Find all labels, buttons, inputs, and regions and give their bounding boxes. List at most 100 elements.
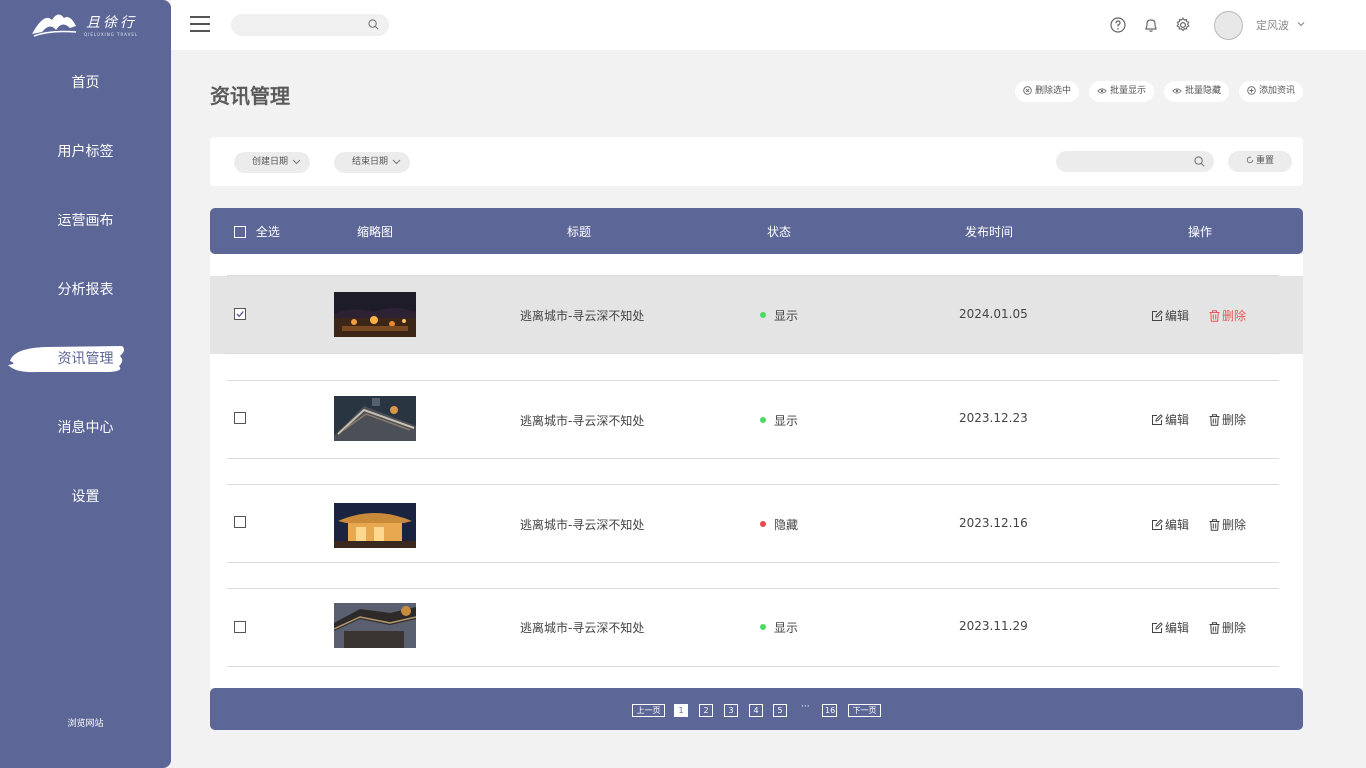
table-row[interactable]: 逃离城市-寻云深不知处 隐藏 2023.12.16 编辑 删除 [210, 485, 1303, 563]
delete-button[interactable]: 删除 [1209, 516, 1246, 533]
page-button-last[interactable]: 16 [822, 704, 837, 717]
batch-hide-button[interactable]: 批量隐藏 [1164, 81, 1230, 102]
start-date-label: 创建日期 [252, 157, 289, 167]
status-dot [760, 624, 766, 630]
delete-button[interactable]: 删除 [1209, 307, 1246, 324]
row-title: 逃离城市-寻云深不知处 [520, 309, 645, 323]
browse-site-link[interactable]: 浏览网站 [0, 716, 171, 729]
chevron-down-icon[interactable] [1297, 21, 1305, 27]
column-header-publish-time: 发布时间 [965, 225, 1014, 239]
trash-icon [1209, 622, 1220, 634]
row-divider [227, 458, 1279, 459]
top-bar: 定风波 [171, 0, 1366, 50]
table-row[interactable]: 逃离城市-寻云深不知处 显示 2023.12.23 编辑 删除 [210, 381, 1303, 459]
row-checkbox-checked[interactable] [234, 308, 246, 320]
table-row[interactable]: 逃离城市-寻云深不知处 显示 2024.01.05 编辑 删除 [210, 276, 1303, 354]
next-page-button[interactable]: 下一页 [848, 704, 881, 717]
status-dot [760, 521, 766, 527]
status-badge: 显示 [774, 414, 799, 428]
batch-show-button[interactable]: 批量显示 [1089, 81, 1155, 102]
status-dot [760, 417, 766, 423]
edit-label: 编辑 [1165, 413, 1190, 427]
sidebar-item-news[interactable]: 资讯管理 [0, 344, 171, 374]
action-label: 删除选中 [1035, 86, 1072, 96]
status-dot [760, 312, 766, 318]
trash-icon [1209, 519, 1220, 531]
edit-label: 编辑 [1165, 621, 1190, 635]
add-news-button[interactable]: 添加资讯 [1239, 81, 1304, 102]
edit-button[interactable]: 编辑 [1151, 307, 1189, 324]
page-button-current[interactable]: 1 [674, 704, 688, 717]
sidebar: 且徐行 QIELUXING TRAVEL 首页 用户标签 运营画布 分析报表 资… [0, 0, 171, 768]
row-title: 逃离城市-寻云深不知处 [520, 518, 645, 532]
select-all-checkbox[interactable] [234, 226, 246, 238]
select-all-toggle[interactable]: 全选 [234, 223, 280, 240]
status-badge: 显示 [774, 621, 799, 635]
select-all-label: 全选 [255, 225, 280, 239]
avatar[interactable] [1214, 11, 1243, 40]
sidebar-item-label: 资讯管理 [57, 351, 114, 367]
reset-button[interactable]: 重置 [1228, 151, 1292, 172]
news-search-input[interactable] [1056, 151, 1214, 172]
prev-page-button[interactable]: 上一页 [632, 704, 665, 717]
edit-button[interactable]: 编辑 [1151, 516, 1189, 533]
pagination: 上一页 1 2 3 4 5 ··· 16 下一页 [210, 688, 1303, 730]
top-search-input[interactable] [231, 14, 389, 36]
table-header: 全选 缩略图 标题 状态 发布时间 操作 [210, 208, 1303, 254]
bell-icon[interactable] [1143, 17, 1159, 33]
delete-label: 删除 [1222, 621, 1247, 635]
brand-logo[interactable]: 且徐行 QIELUXING TRAVEL [30, 6, 140, 40]
edit-label: 编辑 [1165, 309, 1190, 323]
row-checkbox[interactable] [234, 412, 246, 424]
sidebar-item-label: 消息中心 [57, 420, 114, 436]
status-badge: 显示 [774, 309, 799, 323]
mountain-logo-icon [32, 14, 77, 37]
table-row[interactable]: 逃离城市-寻云深不知处 显示 2023.11.29 编辑 删除 [210, 589, 1303, 667]
page-title: 资讯管理 [210, 84, 290, 108]
sidebar-item-label: 运营画布 [57, 213, 114, 229]
delete-button[interactable]: 删除 [1209, 411, 1246, 428]
sidebar-item-user-tags[interactable]: 用户标签 [0, 137, 171, 167]
delete-label: 删除 [1222, 518, 1247, 532]
edit-button[interactable]: 编辑 [1151, 619, 1189, 636]
page-button[interactable]: 3 [724, 704, 738, 717]
sidebar-item-label: 设置 [71, 489, 100, 505]
ancient-roof-image [334, 396, 416, 441]
search-icon[interactable] [1194, 156, 1205, 167]
check-icon [236, 311, 244, 318]
refresh-icon [1246, 156, 1254, 164]
search-icon[interactable] [368, 19, 379, 30]
page-button[interactable]: 5 [773, 704, 787, 717]
trash-icon [1209, 414, 1220, 426]
temple-eaves-image [334, 603, 416, 648]
row-title: 逃离城市-寻云深不知处 [520, 414, 645, 428]
status-badge: 隐藏 [774, 518, 799, 532]
end-date-picker[interactable]: 结束日期 [334, 152, 411, 173]
column-header-actions: 操作 [1188, 225, 1213, 239]
sidebar-item-canvas[interactable]: 运营画布 [0, 206, 171, 236]
row-checkbox[interactable] [234, 621, 246, 633]
start-date-picker[interactable]: 创建日期 [234, 152, 311, 173]
page-button[interactable]: 2 [699, 704, 713, 717]
sidebar-item-settings[interactable]: 设置 [0, 482, 171, 512]
sidebar-item-home[interactable]: 首页 [0, 68, 171, 98]
username[interactable]: 定风波 [1256, 17, 1289, 33]
sidebar-item-label: 分析报表 [57, 282, 114, 298]
row-checkbox[interactable] [234, 516, 246, 528]
end-date-label: 结束日期 [352, 157, 389, 167]
help-icon[interactable] [1110, 17, 1126, 33]
delete-selected-button[interactable]: 删除选中 [1015, 81, 1080, 102]
night-town-image [334, 292, 416, 337]
page-button[interactable]: 4 [749, 704, 763, 717]
edit-icon [1152, 414, 1163, 425]
edit-button[interactable]: 编辑 [1151, 411, 1189, 428]
sidebar-item-messages[interactable]: 消息中心 [0, 413, 171, 443]
chevron-down-icon [392, 159, 401, 165]
delete-button[interactable]: 删除 [1209, 619, 1246, 636]
edit-icon [1152, 622, 1163, 633]
delete-label: 删除 [1222, 309, 1247, 323]
gear-icon[interactable] [1175, 17, 1191, 33]
publish-date: 2023.12.16 [959, 516, 1028, 530]
menu-toggle-button[interactable] [190, 16, 210, 33]
sidebar-item-reports[interactable]: 分析报表 [0, 275, 171, 305]
